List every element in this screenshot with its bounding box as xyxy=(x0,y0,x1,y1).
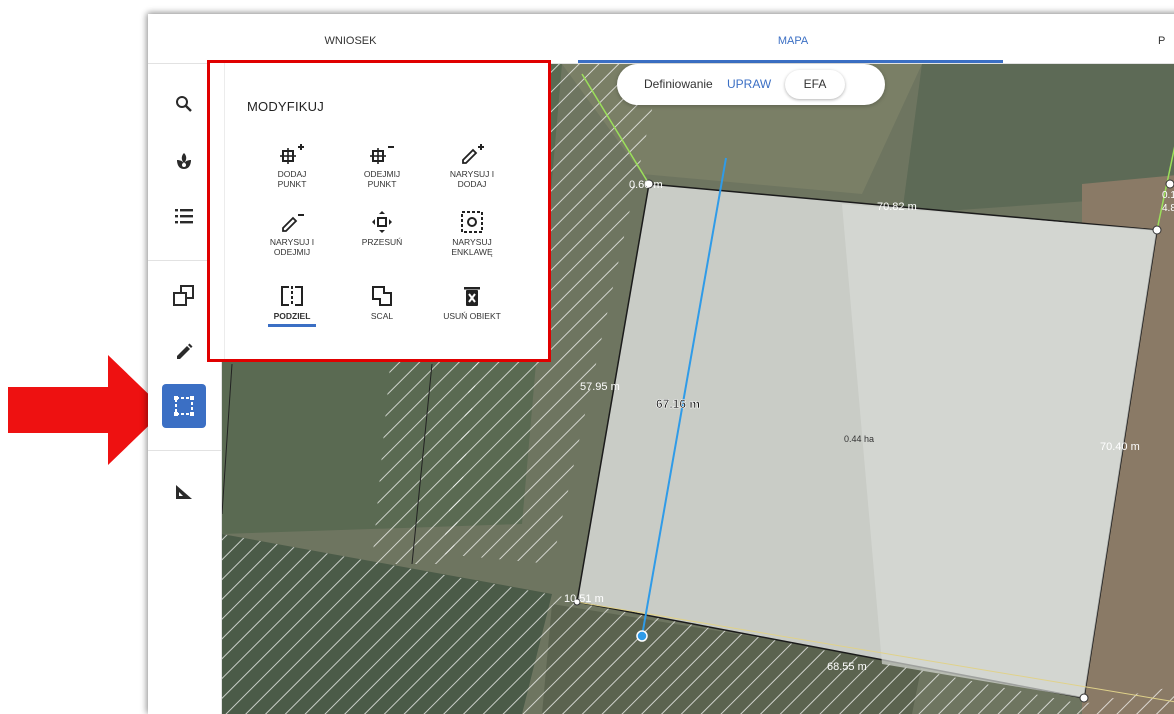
draw-subtract-icon xyxy=(282,214,304,232)
search-button[interactable] xyxy=(162,82,206,126)
label-top-edge: 70.82 m xyxy=(877,201,917,213)
split-selected-indicator xyxy=(268,324,316,327)
measure-button[interactable] xyxy=(162,470,206,514)
enclave-icon xyxy=(461,211,483,233)
annotation-arrow xyxy=(8,355,165,465)
move-tool[interactable]: PRZESUŃ xyxy=(337,211,427,247)
remove-point-label-2: PUNKT xyxy=(367,179,397,189)
definition-mode-toggle: Definiowanie UPRAW EFA xyxy=(617,64,885,105)
modify-panel: MODYFIKUJ DODAJ PUNKT ODEJMIJ PUNKT NARY… xyxy=(207,60,551,362)
add-point-label-1: DODAJ xyxy=(277,169,307,179)
active-tab-indicator xyxy=(578,60,1003,63)
panel-title: MODYFIKUJ xyxy=(247,99,324,114)
split-tool[interactable]: PODZIEL xyxy=(247,285,337,327)
plant-icon xyxy=(177,153,191,169)
move-icon xyxy=(372,211,392,233)
add-point-label-2: PUNKT xyxy=(277,179,307,189)
remove-point-tool[interactable]: ODEJMIJ PUNKT xyxy=(337,143,427,189)
draw-button[interactable] xyxy=(162,330,206,374)
label-bottom-edge: 68.55 m xyxy=(827,661,867,673)
top-tab-bar: WNIOSEK MAPA P xyxy=(148,14,1174,64)
draw-add-label-2: DODAJ xyxy=(457,179,487,189)
label-bottom-left-vertex: 10.51 m xyxy=(564,593,604,605)
pencil-icon xyxy=(177,343,193,359)
delete-object-label: USUŃ OBIEKT xyxy=(443,311,501,321)
mode-option-upraw[interactable]: UPRAW xyxy=(727,77,771,91)
merge-tool[interactable]: SCAL xyxy=(337,285,427,321)
add-point-tool[interactable]: DODAJ PUNKT xyxy=(247,143,337,189)
tab-partial[interactable]: P xyxy=(1158,14,1174,63)
measure-icon xyxy=(176,485,192,499)
label-area: 0.44 ha xyxy=(844,434,874,444)
draw-subtract-label-2: ODEJMIJ xyxy=(273,247,311,257)
mode-label: Definiowanie xyxy=(644,77,713,91)
split-icon xyxy=(281,286,303,306)
label-right-vertex-a: 0.10 m xyxy=(1162,190,1174,201)
modify-button[interactable] xyxy=(162,384,206,428)
mode-option-efa[interactable]: EFA xyxy=(785,70,845,99)
label-left-edge: 57.95 m xyxy=(580,381,620,393)
enclave-label-2: ENKLAWĘ xyxy=(451,247,493,257)
enclave-label-1: NARYSUJ xyxy=(452,237,492,247)
label-right-edge: 70.40 m xyxy=(1100,441,1140,453)
label-top-left-vertex: 0.60 m xyxy=(629,179,663,191)
list-button[interactable] xyxy=(162,194,206,238)
delete-object-icon xyxy=(464,287,480,306)
layers-copy-icon xyxy=(173,285,194,306)
remove-point-icon xyxy=(370,146,394,164)
draw-add-icon xyxy=(462,144,484,164)
draw-subtract-label-1: NARYSUJ I xyxy=(269,237,315,247)
draw-add-label-1: NARYSUJ I xyxy=(449,169,495,179)
tab-mapa[interactable]: MAPA xyxy=(708,14,878,63)
draw-add-tool[interactable]: NARYSUJ I DODAJ xyxy=(427,143,517,189)
delete-object-tool[interactable]: USUŃ OBIEKT xyxy=(427,285,517,321)
selection-modify-icon xyxy=(174,396,194,416)
label-split-line: 67.16 m xyxy=(656,397,700,411)
list-icon xyxy=(175,209,193,224)
merge-icon xyxy=(372,286,392,306)
label-right-vertex-b: 4.83 m xyxy=(1162,203,1174,214)
split-label: PODZIEL xyxy=(273,311,311,321)
tab-wniosek[interactable]: WNIOSEK xyxy=(278,14,423,63)
merge-label: SCAL xyxy=(370,311,394,321)
remove-point-label-1: ODEJMIJ xyxy=(363,169,401,179)
search-icon xyxy=(176,96,192,112)
add-point-icon xyxy=(280,144,304,164)
move-label: PRZESUŃ xyxy=(361,237,403,247)
draw-subtract-tool[interactable]: NARYSUJ I ODEJMIJ xyxy=(247,211,337,257)
copy-layers-button[interactable] xyxy=(162,274,206,318)
enclave-tool[interactable]: NARYSUJ ENKLAWĘ xyxy=(427,211,517,257)
crops-button[interactable] xyxy=(162,139,206,183)
